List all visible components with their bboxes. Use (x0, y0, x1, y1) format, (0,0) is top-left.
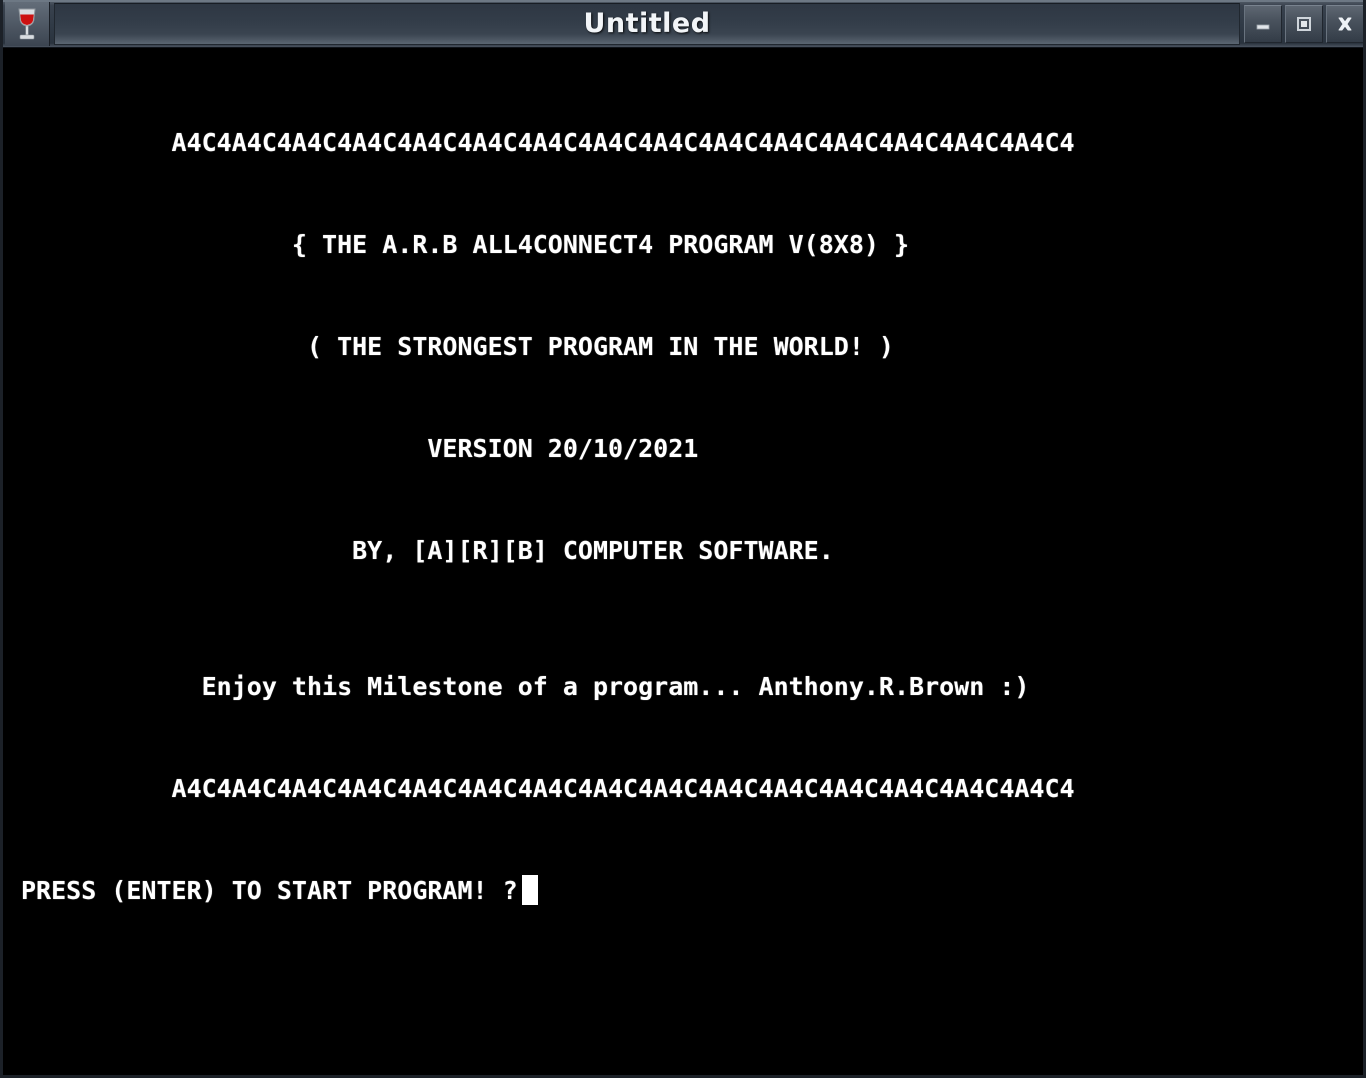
window-title-area: Untitled (54, 2, 1240, 45)
text-cursor (521, 875, 538, 905)
application-window: Untitled A4C4A4C4A4C4A4C4A4C4A4C4A4C4A4C… (0, 0, 1366, 1078)
console-banner-bottom: A4C4A4C4A4C4A4C4A4C4A4C4A4C4A4C4A4C4A4C4… (21, 774, 1075, 803)
console-author: BY, [A][R][B] COMPUTER SOFTWARE. (21, 536, 834, 565)
start-prompt-text: PRESS (ENTER) TO START PROGRAM! ? (21, 876, 518, 905)
window-controls (1244, 4, 1363, 44)
console-version: VERSION 20/10/2021 (21, 434, 699, 463)
console-tagline: ( THE STRONGEST PROGRAM IN THE WORLD! ) (21, 332, 894, 361)
console-message: Enjoy this Milestone of a program... Ant… (21, 672, 1030, 701)
console-output[interactable]: A4C4A4C4A4C4A4C4A4C4A4C4A4C4A4C4A4C4A4C4… (3, 48, 1363, 1075)
maximize-button[interactable] (1285, 4, 1323, 43)
title-bar[interactable]: Untitled (3, 0, 1363, 48)
console-prompt-line[interactable]: PRESS (ENTER) TO START PROGRAM! ? (21, 874, 1363, 908)
close-button[interactable] (1326, 4, 1363, 43)
console-banner-top: A4C4A4C4A4C4A4C4A4C4A4C4A4C4A4C4A4C4A4C4… (21, 128, 1075, 157)
console-program-title: { THE A.R.B ALL4CONNECT4 PROGRAM V(8X8) … (21, 230, 910, 259)
wine-glass-icon (5, 1, 50, 46)
minimize-button[interactable] (1244, 4, 1282, 43)
page-title: Untitled (583, 8, 711, 39)
